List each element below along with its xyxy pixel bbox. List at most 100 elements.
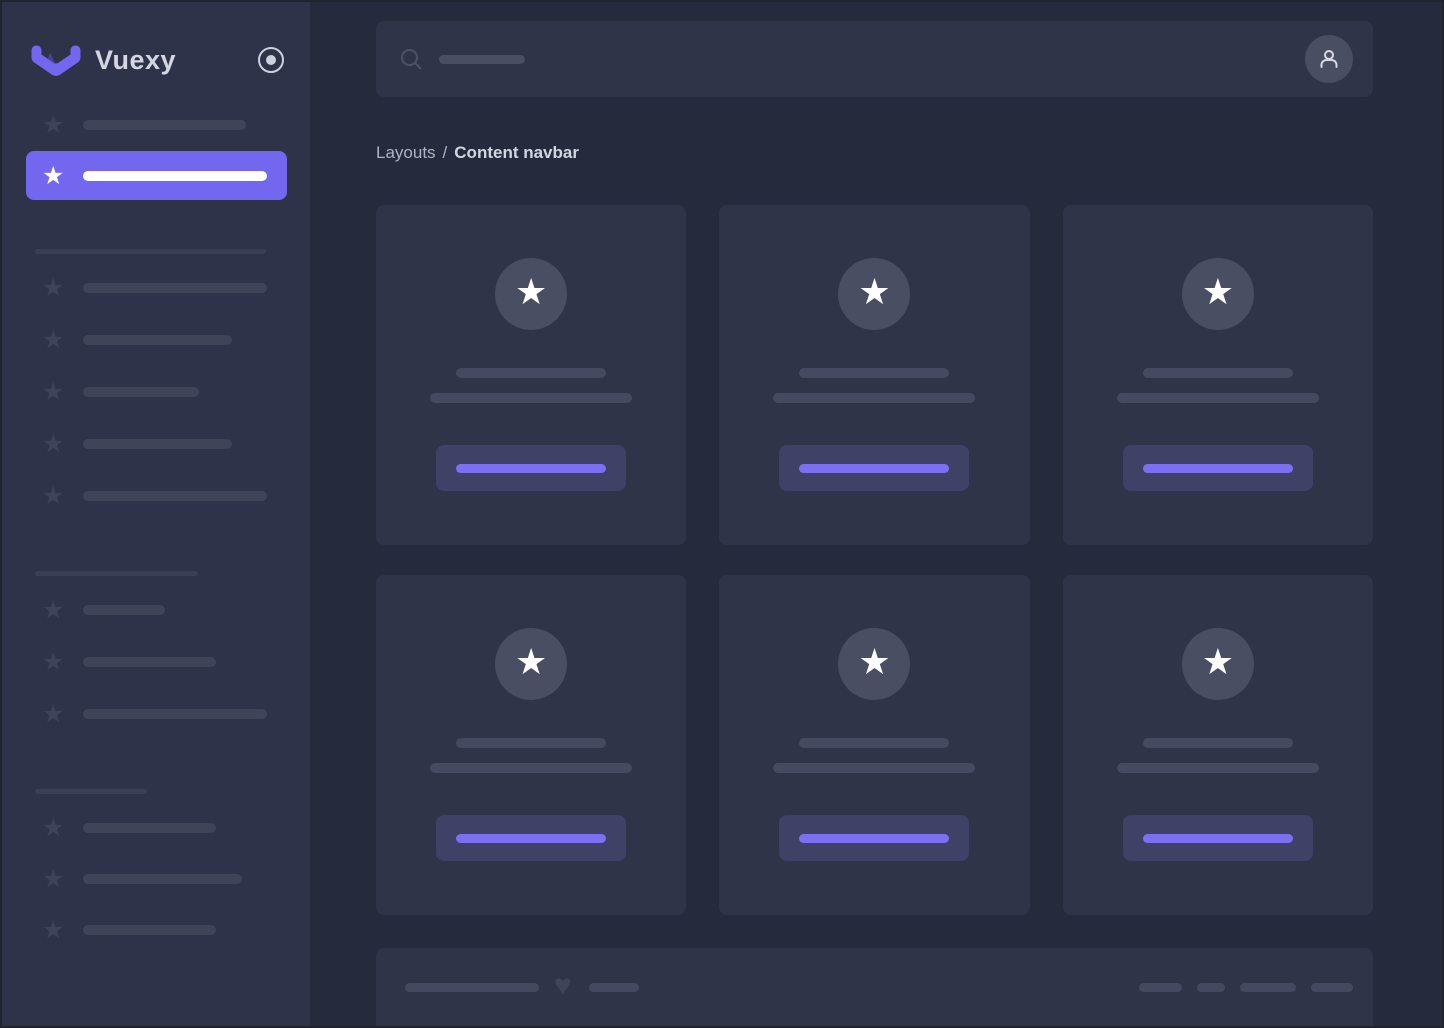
sidebar-item[interactable]: ★	[2, 915, 310, 945]
card-title-placeholder	[456, 738, 606, 748]
card-action-button[interactable]	[779, 815, 969, 861]
menu-label-placeholder	[83, 120, 246, 130]
star-icon: ★	[42, 325, 68, 355]
card-subtitle-placeholder	[773, 393, 975, 403]
sidebar-item[interactable]: ★	[2, 864, 310, 894]
star-badge: ★	[495, 628, 567, 700]
star-badge: ★	[838, 628, 910, 700]
feature-card: ★	[1063, 205, 1373, 545]
star-icon: ★	[42, 161, 68, 191]
star-icon: ★	[42, 864, 68, 894]
card-subtitle-placeholder	[1117, 393, 1319, 403]
star-badge: ★	[838, 258, 910, 330]
footer-link-placeholder	[1139, 983, 1182, 992]
star-icon: ★	[42, 377, 68, 407]
star-icon: ★	[858, 644, 890, 680]
card-subtitle-placeholder	[430, 393, 632, 403]
sidebar-item[interactable]: ★	[2, 377, 310, 407]
card-grid: ★ ★ ★	[376, 205, 1373, 915]
menu-label-placeholder	[83, 874, 242, 884]
search-input[interactable]	[400, 48, 1305, 70]
star-icon: ★	[1202, 644, 1234, 680]
sidebar-item[interactable]: ★	[2, 273, 310, 303]
menu-label-placeholder	[83, 709, 267, 719]
breadcrumb-section-link[interactable]: Layouts	[376, 143, 436, 162]
star-icon: ★	[42, 595, 68, 625]
menu-label-placeholder	[83, 491, 267, 501]
card-subtitle-placeholder	[1117, 763, 1319, 773]
star-icon: ★	[858, 274, 890, 310]
sidebar-item[interactable]: ★	[2, 429, 310, 459]
star-icon: ★	[42, 429, 68, 459]
card-action-button[interactable]	[436, 815, 626, 861]
sidebar-item[interactable]: ★	[2, 699, 310, 729]
star-badge: ★	[1182, 258, 1254, 330]
search-icon	[400, 48, 422, 70]
menu-label-placeholder	[83, 283, 267, 293]
button-label-placeholder	[1143, 834, 1293, 843]
sidebar-menu: ★ ★ ★ ★ ★ ★	[2, 110, 310, 945]
menu-label-placeholder	[83, 171, 267, 181]
main-content: Layouts / Content navbar ★ ★	[310, 2, 1442, 1026]
menu-label-placeholder	[83, 335, 232, 345]
search-placeholder-bar	[439, 55, 525, 64]
card-action-button[interactable]	[779, 445, 969, 491]
button-label-placeholder	[456, 834, 606, 843]
footer-bar: ♥	[376, 948, 1373, 1028]
star-icon: ★	[42, 647, 68, 677]
vuexy-logo-icon[interactable]	[30, 44, 82, 77]
star-icon: ★	[42, 273, 68, 303]
footer-link-placeholder	[1197, 983, 1225, 992]
footer-text-placeholder	[589, 983, 639, 992]
sidebar-header: Vuexy	[2, 2, 310, 82]
sidebar: Vuexy ★ ★ ★ ★ ★	[2, 2, 310, 1026]
card-title-placeholder	[1143, 738, 1293, 748]
sidebar-item[interactable]: ★	[2, 595, 310, 625]
card-subtitle-placeholder	[430, 763, 632, 773]
star-badge: ★	[495, 258, 567, 330]
menu-label-placeholder	[83, 605, 165, 615]
star-icon: ★	[42, 481, 68, 511]
card-action-button[interactable]	[436, 445, 626, 491]
footer-text-placeholder	[405, 983, 539, 992]
card-action-button[interactable]	[1123, 445, 1313, 491]
button-label-placeholder	[799, 464, 949, 473]
footer-link-placeholder	[1240, 983, 1296, 992]
card-title-placeholder	[456, 368, 606, 378]
star-icon: ★	[42, 915, 68, 945]
menu-label-placeholder	[83, 439, 232, 449]
sidebar-item-active[interactable]: ★	[26, 151, 287, 200]
card-title-placeholder	[799, 738, 949, 748]
sidebar-section-placeholder	[35, 249, 266, 254]
sidebar-item[interactable]: ★	[2, 325, 310, 355]
star-icon: ★	[515, 274, 547, 310]
feature-card: ★	[719, 575, 1029, 915]
sidebar-item[interactable]: ★	[2, 647, 310, 677]
sidebar-item[interactable]: ★	[2, 110, 310, 140]
page-title: Content navbar	[454, 143, 579, 162]
breadcrumb-separator: /	[443, 143, 448, 162]
footer-links	[1139, 983, 1353, 992]
feature-card: ★	[1063, 575, 1373, 915]
menu-label-placeholder	[83, 657, 216, 667]
sidebar-item[interactable]: ★	[2, 813, 310, 843]
person-icon	[1316, 46, 1342, 72]
card-action-button[interactable]	[1123, 815, 1313, 861]
app-frame: Vuexy ★ ★ ★ ★ ★	[0, 0, 1444, 1028]
user-avatar[interactable]	[1305, 35, 1353, 83]
button-label-placeholder	[1143, 464, 1293, 473]
menu-pin-toggle-icon[interactable]	[258, 47, 284, 73]
star-icon: ★	[1202, 274, 1234, 310]
card-subtitle-placeholder	[773, 763, 975, 773]
sidebar-item[interactable]: ★	[2, 481, 310, 511]
star-icon: ★	[515, 644, 547, 680]
top-navbar	[376, 21, 1373, 97]
feature-card: ★	[376, 575, 686, 915]
star-icon: ★	[42, 110, 68, 140]
button-label-placeholder	[456, 464, 606, 473]
brand-title: Vuexy	[95, 45, 176, 76]
card-title-placeholder	[1143, 368, 1293, 378]
sidebar-section-placeholder	[35, 571, 198, 576]
menu-label-placeholder	[83, 823, 216, 833]
feature-card: ★	[376, 205, 686, 545]
